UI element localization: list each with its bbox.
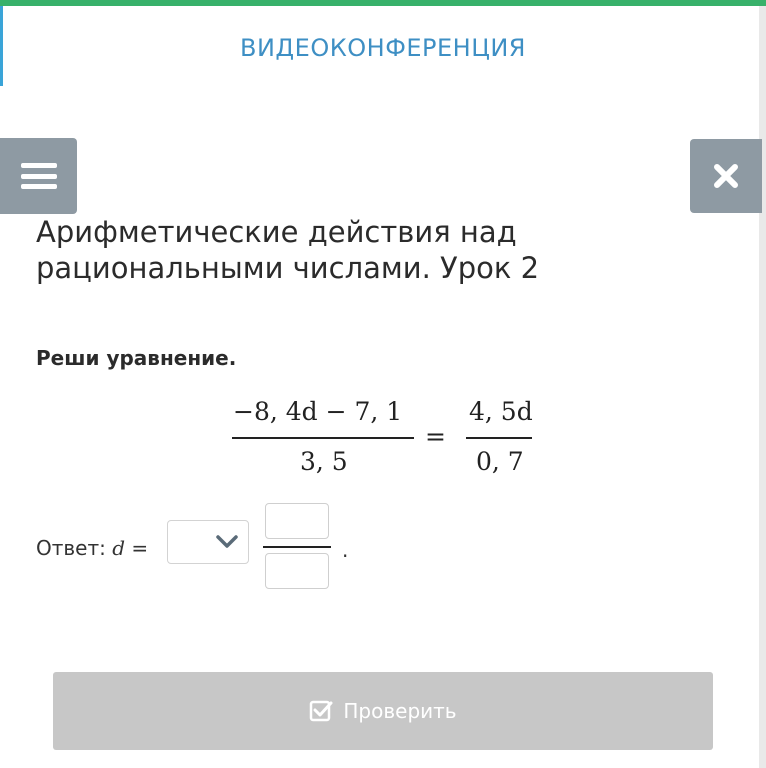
answer-equals: =	[131, 536, 149, 560]
top-accent-bar	[0, 0, 766, 6]
page-header-title: ВИДЕОКОНФЕРЕНЦИЯ	[240, 34, 526, 62]
answer-period: .	[342, 538, 349, 562]
right-denominator: 0, 7	[476, 447, 524, 476]
lesson-title: Арифметические действия над рациональным…	[36, 215, 540, 285]
right-fraction-line	[466, 437, 532, 439]
answer-prefix: Ответ:	[36, 536, 106, 560]
task-instruction: Реши уравнение.	[36, 346, 237, 370]
numerator-input[interactable]	[265, 503, 329, 539]
checkbox-checked-icon	[310, 700, 333, 722]
close-x-icon	[714, 164, 738, 188]
answer-fraction-line	[263, 546, 331, 548]
scrollbar-track[interactable]	[759, 6, 766, 768]
check-button-label: Проверить	[343, 699, 457, 723]
left-numerator: −8, 4d − 7, 1	[233, 397, 403, 426]
answer-label: Ответ: d =	[36, 536, 148, 560]
equals-sign: =	[425, 422, 446, 451]
denominator-input[interactable]	[265, 553, 329, 589]
chevron-down-icon	[216, 535, 238, 548]
sign-dropdown[interactable]	[167, 520, 249, 564]
answer-variable: d	[112, 536, 126, 560]
hamburger-menu-icon	[20, 163, 57, 189]
menu-button[interactable]	[0, 138, 77, 214]
equation: −8, 4d − 7, 1 3, 5 = 4, 5d 0, 7	[0, 0, 766, 768]
left-denominator: 3, 5	[300, 447, 348, 476]
left-fraction-line	[232, 437, 414, 439]
right-numerator: 4, 5d	[469, 397, 533, 426]
close-button[interactable]	[690, 139, 762, 213]
check-button[interactable]: Проверить	[53, 672, 713, 750]
